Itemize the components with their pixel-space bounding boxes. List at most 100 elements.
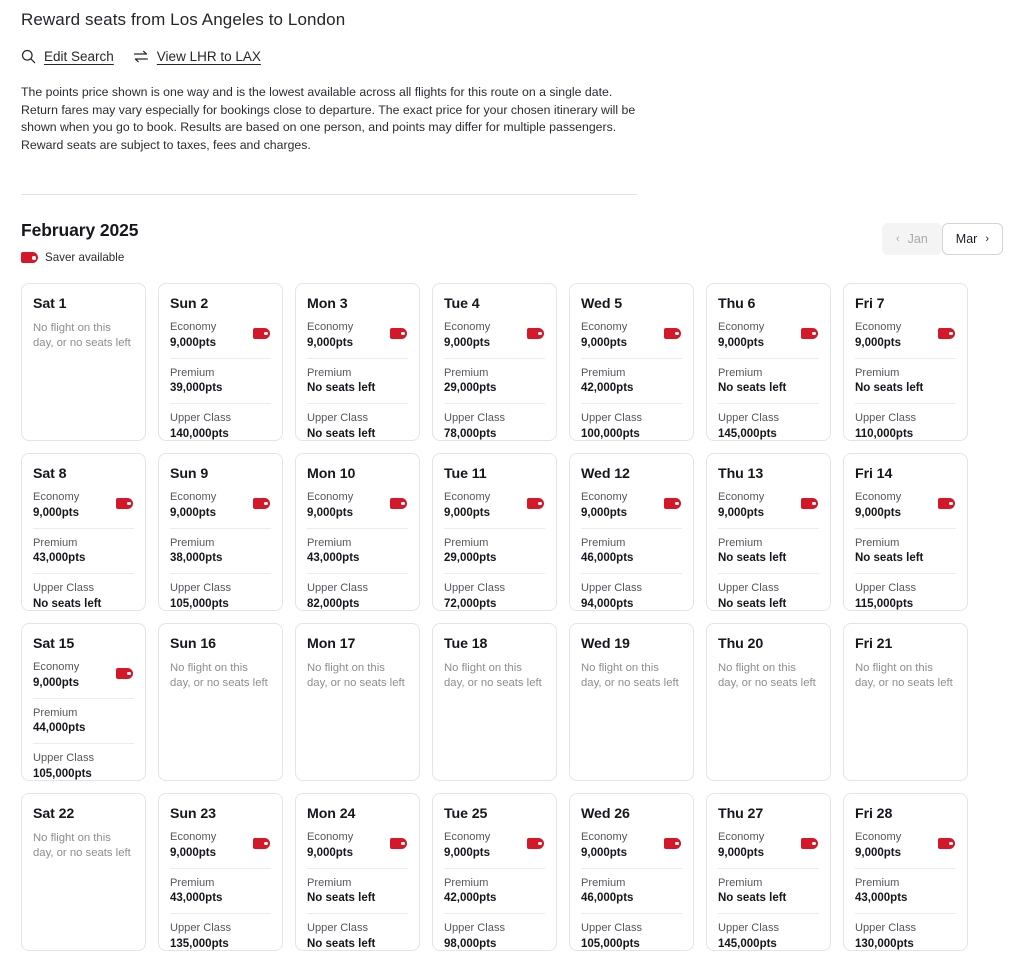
cabin-row[interactable]: Premium 46,000pts: [581, 877, 682, 914]
cabin-row[interactable]: Upper Class No seats left: [307, 412, 408, 440]
cabin-row[interactable]: Economy 9,000pts: [855, 491, 956, 529]
cabin-row[interactable]: Economy 9,000pts: [170, 491, 271, 529]
cabin-row[interactable]: Premium No seats left: [718, 537, 819, 574]
cabin-row[interactable]: Upper Class 130,000pts: [855, 922, 956, 950]
cabin-row[interactable]: Upper Class 72,000pts: [444, 582, 545, 610]
day-card[interactable]: Thu 27 Economy 9,000pts Premium No seats lef…: [706, 793, 831, 951]
cabin-row[interactable]: Economy 9,000pts: [307, 831, 408, 869]
day-card[interactable]: Mon 10 Economy 9,000pts Premium 43,000pts Upp…: [295, 453, 420, 611]
day-card[interactable]: Fri 14 Economy 9,000pts Premium No seats lef…: [843, 453, 968, 611]
cabin-row[interactable]: Premium 44,000pts: [33, 707, 134, 744]
cabin-row[interactable]: Premium 42,000pts: [444, 877, 545, 914]
day-card[interactable]: Tue 11 Economy 9,000pts Premium 29,000pts Upp…: [432, 453, 557, 611]
cabin-row[interactable]: Economy 9,000pts: [307, 491, 408, 529]
day-card[interactable]: Tue 4 Economy 9,000pts Premium 29,000pts Uppe…: [432, 283, 557, 441]
cabin-row[interactable]: Premium 43,000pts: [307, 537, 408, 574]
day-card[interactable]: Sun 9 Economy 9,000pts Premium 38,000pts Uppe…: [158, 453, 283, 611]
calendar-grid: Sat 1 No flight on this day, or no seats …: [21, 283, 1003, 951]
day-card[interactable]: Sat 8 Economy 9,000pts Premium 43,000pts Uppe…: [21, 453, 146, 611]
cabin-row[interactable]: Premium No seats left: [718, 877, 819, 914]
day-card[interactable]: Mon 3 Economy 9,000pts Premium No seats left…: [295, 283, 420, 441]
cabin-row[interactable]: Economy 9,000pts: [718, 831, 819, 869]
cabin-row[interactable]: Economy 9,000pts: [855, 321, 956, 359]
cabin-row[interactable]: Premium No seats left: [718, 367, 819, 404]
cabin-row[interactable]: Economy 9,000pts: [33, 661, 134, 699]
cabin-price: 43,000pts: [33, 552, 86, 564]
day-card[interactable]: Tue 25 Economy 9,000pts Premium 42,000pts Upp…: [432, 793, 557, 951]
day-card[interactable]: Sat 15 Economy 9,000pts Premium 44,000pts Upp…: [21, 623, 146, 781]
cabin-row[interactable]: Upper Class 140,000pts: [170, 412, 271, 440]
cabin-row[interactable]: Premium 43,000pts: [855, 877, 956, 914]
no-availability-message: No flight on this day, or no seats left: [581, 662, 679, 690]
cabin-row[interactable]: Economy 9,000pts: [170, 831, 271, 869]
cabin-row[interactable]: Economy 9,000pts: [444, 321, 545, 359]
day-card[interactable]: Fri 28 Economy 9,000pts Premium 43,000pts Upp…: [843, 793, 968, 951]
cabin-row[interactable]: Economy 9,000pts: [718, 491, 819, 529]
prev-month-button[interactable]: ‹ Jan: [881, 223, 942, 256]
day-card[interactable]: Thu 6 Economy 9,000pts Premium No seats left…: [706, 283, 831, 441]
day-card[interactable]: Sun 16 No flight on this day, or no seats…: [158, 623, 283, 781]
day-card[interactable]: Sat 22 No flight on this day, or no seats…: [21, 793, 146, 951]
next-month-button[interactable]: Mar ›: [941, 223, 1003, 256]
day-card[interactable]: Mon 24 Economy 9,000pts Premium No seats lef…: [295, 793, 420, 951]
cabin-row[interactable]: Economy 9,000pts: [581, 831, 682, 869]
cabin-list: Economy 9,000pts Premium 43,000pts Upper Cla…: [307, 491, 408, 610]
day-card[interactable]: Wed 5 Economy 9,000pts Premium 42,000pts Uppe…: [569, 283, 694, 441]
cabin-row[interactable]: Upper Class 82,000pts: [307, 582, 408, 610]
cabin-row[interactable]: Upper Class 105,000pts: [170, 582, 271, 610]
cabin-row[interactable]: Economy 9,000pts: [444, 831, 545, 869]
cabin-row[interactable]: Premium No seats left: [855, 537, 956, 574]
cabin-row[interactable]: Upper Class 135,000pts: [170, 922, 271, 950]
cabin-row[interactable]: Economy 9,000pts: [307, 321, 408, 359]
cabin-row[interactable]: Upper Class 105,000pts: [581, 922, 682, 950]
cabin-row[interactable]: Economy 9,000pts: [855, 831, 956, 869]
day-card[interactable]: Thu 20 No flight on this day, or no seats…: [706, 623, 831, 781]
cabin-row[interactable]: Premium 39,000pts: [170, 367, 271, 404]
day-card[interactable]: Wed 19 No flight on this day, or no seats…: [569, 623, 694, 781]
cabin-row[interactable]: Premium 29,000pts: [444, 367, 545, 404]
cabin-row[interactable]: Economy 9,000pts: [581, 491, 682, 529]
cabin-row[interactable]: Upper Class 110,000pts: [855, 412, 956, 440]
cabin-row[interactable]: Premium 43,000pts: [170, 877, 271, 914]
cabin-row[interactable]: Upper Class 145,000pts: [718, 922, 819, 950]
cabin-row[interactable]: Upper Class No seats left: [33, 582, 134, 610]
cabin-row[interactable]: Premium No seats left: [307, 367, 408, 404]
day-card[interactable]: Sun 2 Economy 9,000pts Premium 39,000pts Uppe…: [158, 283, 283, 441]
cabin-row[interactable]: Premium 46,000pts: [581, 537, 682, 574]
day-card[interactable]: Sun 23 Economy 9,000pts Premium 43,000pts Upp…: [158, 793, 283, 951]
cabin-row[interactable]: Premium 43,000pts: [33, 537, 134, 574]
day-card[interactable]: Fri 7 Economy 9,000pts Premium No seats left…: [843, 283, 968, 441]
day-card[interactable]: Fri 21 No flight on this day, or no seats…: [843, 623, 968, 781]
day-card[interactable]: Mon 17 No flight on this day, or no seats…: [295, 623, 420, 781]
cabin-row[interactable]: Upper Class 78,000pts: [444, 412, 545, 440]
cabin-row[interactable]: Premium 29,000pts: [444, 537, 545, 574]
cabin-row[interactable]: Economy 9,000pts: [444, 491, 545, 529]
cabin-row[interactable]: Upper Class No seats left: [718, 582, 819, 610]
view-reverse-route-link[interactable]: View LHR to LAX: [133, 49, 261, 64]
cabin-row[interactable]: Upper Class 105,000pts: [33, 752, 134, 780]
day-card[interactable]: Tue 18 No flight on this day, or no seats…: [432, 623, 557, 781]
cabin-row[interactable]: Economy 9,000pts: [718, 321, 819, 359]
cabin-row[interactable]: Premium 38,000pts: [170, 537, 271, 574]
cabin-row[interactable]: Premium 42,000pts: [581, 367, 682, 404]
cabin-row[interactable]: Economy 9,000pts: [581, 321, 682, 359]
cabin-name: Upper Class: [855, 412, 917, 424]
day-card[interactable]: Wed 12 Economy 9,000pts Premium 46,000pts Upp…: [569, 453, 694, 611]
cabin-row[interactable]: Upper Class 100,000pts: [581, 412, 682, 440]
day-label: Thu 27: [718, 806, 764, 822]
day-label: Mon 17: [307, 636, 356, 652]
cabin-row[interactable]: Economy 9,000pts: [170, 321, 271, 359]
edit-search-link[interactable]: Edit Search: [21, 49, 114, 64]
cabin-row[interactable]: Upper Class 145,000pts: [718, 412, 819, 440]
cabin-row[interactable]: Premium No seats left: [855, 367, 956, 404]
cabin-row[interactable]: Economy 9,000pts: [33, 491, 134, 529]
page-title: Reward seats from Los Angeles to London: [21, 10, 346, 29]
cabin-row[interactable]: Upper Class 98,000pts: [444, 922, 545, 950]
day-card[interactable]: Thu 13 Economy 9,000pts Premium No seats lef…: [706, 453, 831, 611]
day-card[interactable]: Sat 1 No flight on this day, or no seats …: [21, 283, 146, 441]
cabin-row[interactable]: Premium No seats left: [307, 877, 408, 914]
cabin-row[interactable]: Upper Class 94,000pts: [581, 582, 682, 610]
cabin-row[interactable]: Upper Class 115,000pts: [855, 582, 956, 610]
day-card[interactable]: Wed 26 Economy 9,000pts Premium 46,000pts Upp…: [569, 793, 694, 951]
cabin-row[interactable]: Upper Class No seats left: [307, 922, 408, 950]
